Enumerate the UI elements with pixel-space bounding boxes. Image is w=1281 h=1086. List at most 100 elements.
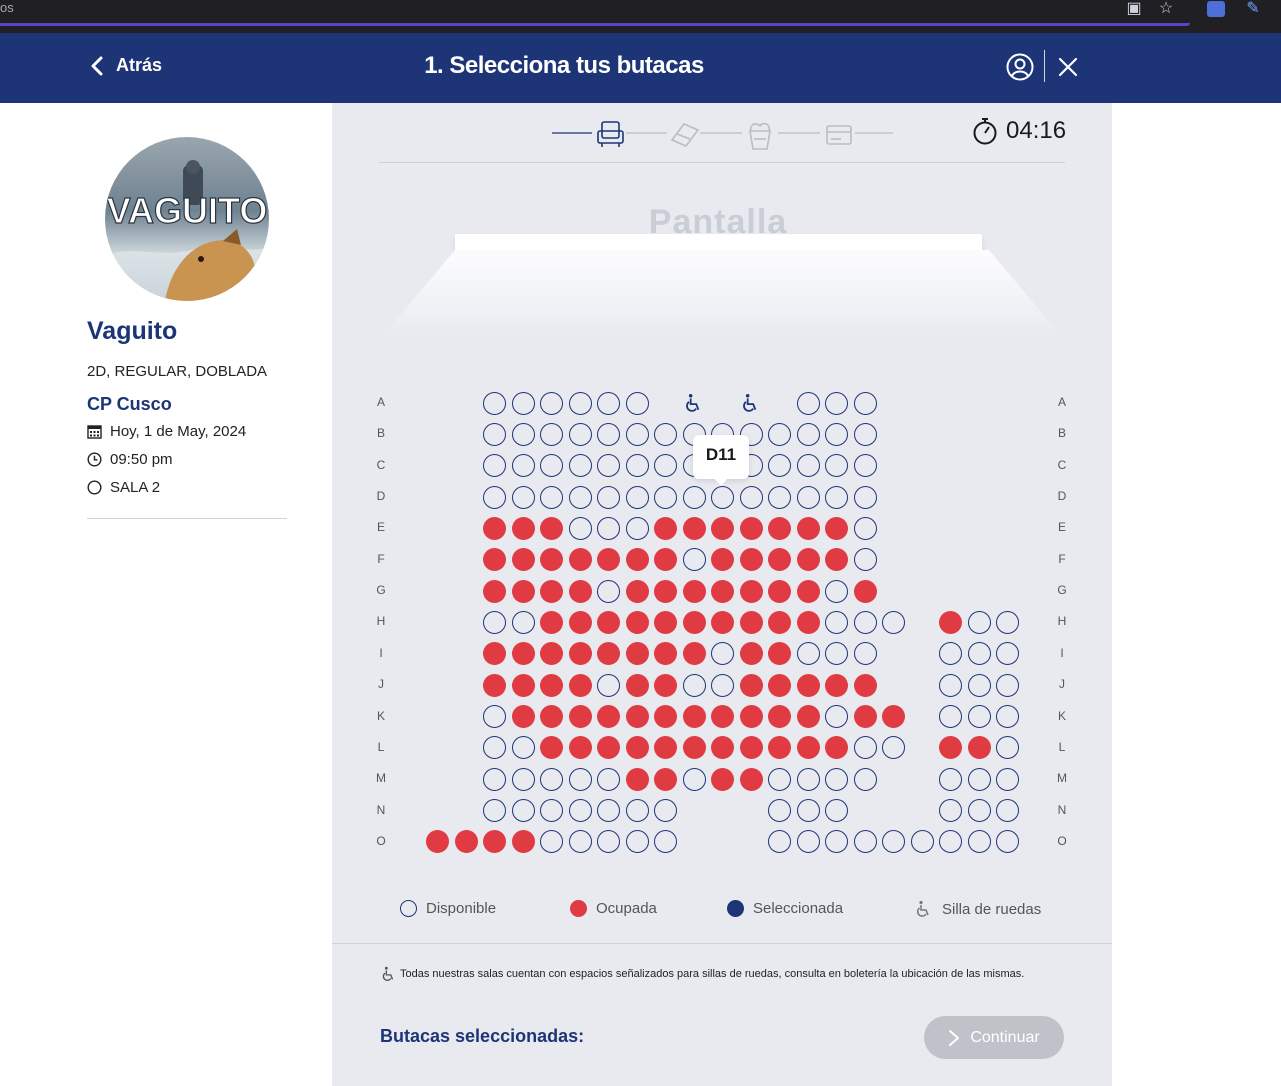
seat-available[interactable] [825,422,848,446]
seat-available[interactable] [825,830,848,854]
seat-available[interactable] [768,799,791,823]
seat-available[interactable] [625,422,649,446]
seat-available[interactable] [540,830,563,854]
seat-available[interactable] [853,642,877,666]
seat-available[interactable] [796,767,820,791]
seat-available[interactable] [511,391,535,415]
seat-available[interactable] [540,391,563,415]
seat-wheelchair-icon[interactable] [740,392,763,415]
seat-available[interactable] [483,767,506,791]
seat-available[interactable] [682,673,706,697]
seat-available[interactable] [511,799,535,823]
seat-available[interactable] [654,485,677,509]
seat-available[interactable] [825,705,848,728]
seat-available[interactable] [568,830,592,854]
star-icon[interactable]: ☆ [1157,0,1175,18]
seat-available[interactable] [568,516,592,540]
seat-available[interactable] [825,799,848,823]
seat-available[interactable] [540,422,563,446]
seat-available[interactable] [825,610,848,634]
seat-available[interactable] [768,485,791,509]
seat-available[interactable] [967,642,991,666]
continue-button[interactable]: Continuar [924,1016,1064,1059]
seat-available[interactable] [597,579,620,603]
seat-available[interactable] [597,485,620,509]
seat-available[interactable] [540,799,563,823]
seat-available[interactable] [483,736,506,760]
seat-available[interactable] [825,391,848,415]
seat-available[interactable] [597,799,620,823]
seat-available[interactable] [939,767,962,791]
seat-available[interactable] [853,422,877,446]
seat-available[interactable] [568,391,592,415]
seat-available[interactable] [654,830,677,854]
install-icon[interactable]: ▣ [1125,0,1143,18]
user-account-button[interactable] [1006,53,1034,86]
seat-available[interactable] [853,610,877,634]
seat-available[interactable] [768,767,791,791]
seat-available[interactable] [768,454,791,478]
seat-available[interactable] [853,516,877,540]
seat-available[interactable] [568,422,592,446]
seat-available[interactable] [625,830,649,854]
seat-available[interactable] [996,705,1019,728]
seat-available[interactable] [853,830,877,854]
close-button[interactable] [1058,57,1078,82]
seat-available[interactable] [483,422,506,446]
seat-available[interactable] [511,485,535,509]
seat-available[interactable] [540,767,563,791]
seat-available[interactable] [939,830,962,854]
seat-available[interactable] [825,767,848,791]
seat-available[interactable] [796,830,820,854]
seat-available[interactable] [483,705,506,728]
seat-available[interactable] [825,485,848,509]
seat-available[interactable] [568,454,592,478]
seat-available[interactable] [654,454,677,478]
seat-available[interactable] [597,767,620,791]
seat-available[interactable] [739,485,763,509]
seat-available[interactable] [597,830,620,854]
seat-available[interactable] [996,610,1019,634]
seat-available[interactable] [967,799,991,823]
seat-available[interactable] [654,799,677,823]
seat-available[interactable] [540,485,563,509]
seat-available[interactable] [796,391,820,415]
seat-available[interactable] [825,579,848,603]
seat-available[interactable] [597,454,620,478]
seat-available[interactable] [939,705,962,728]
seat-available[interactable] [853,391,877,415]
seat-available[interactable] [853,736,877,760]
seat-available[interactable] [796,454,820,478]
seat-available[interactable] [511,767,535,791]
seat-available[interactable] [996,830,1019,854]
seat-available[interactable] [711,485,734,509]
seat-available[interactable] [853,454,877,478]
seat-available[interactable] [796,799,820,823]
seat-available[interactable] [853,548,877,572]
seat-available[interactable] [768,830,791,854]
seat-available[interactable] [967,767,991,791]
seat-available[interactable] [625,516,649,540]
seat-available[interactable] [853,767,877,791]
seat-available[interactable] [939,642,962,666]
seat-available[interactable] [853,485,877,509]
seat-available[interactable] [654,422,677,446]
seat-available[interactable] [597,391,620,415]
seat-available[interactable] [796,422,820,446]
seat-available[interactable] [682,548,706,572]
seat-available[interactable] [682,485,706,509]
seat-available[interactable] [511,454,535,478]
seat-available[interactable] [511,736,535,760]
seat-available[interactable] [597,673,620,697]
seat-available[interactable] [967,830,991,854]
seat-available[interactable] [711,642,734,666]
seat-wheelchair-icon[interactable] [683,392,706,415]
seat-available[interactable] [597,516,620,540]
seat-available[interactable] [483,485,506,509]
seat-available[interactable] [796,642,820,666]
seat-available[interactable] [967,673,991,697]
seat-available[interactable] [483,454,506,478]
seat-available[interactable] [540,454,563,478]
seat-available[interactable] [483,799,506,823]
pen-extension-icon[interactable]: ✎ [1244,0,1262,18]
